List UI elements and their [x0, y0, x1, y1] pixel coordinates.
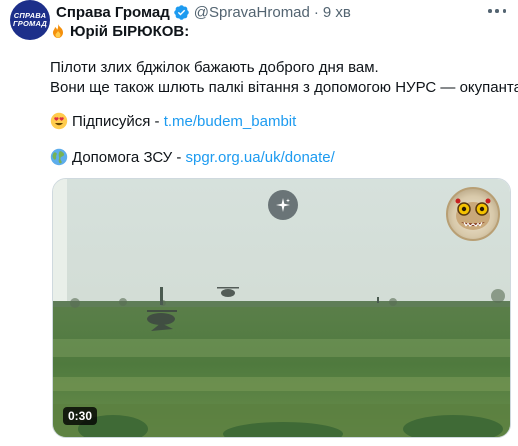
author-handle[interactable]: @SpravaHromad	[194, 4, 310, 21]
author-name[interactable]: Справа Громад	[56, 4, 170, 21]
avatar-text-line2: ГРОМАД	[13, 19, 47, 28]
tweet-body-line2: Вони ще також шлють палкі вітання з допо…	[50, 79, 518, 96]
more-options-icon[interactable]	[488, 4, 506, 18]
fire-emoji-icon	[53, 24, 63, 38]
heart-eyes-emoji-icon	[50, 112, 68, 130]
donate-link[interactable]: spgr.org.ua/uk/donate/	[186, 149, 335, 166]
separator-dot: ·	[313, 3, 319, 21]
tweet-time[interactable]: 9 хв	[323, 4, 351, 21]
donate-line: Допомога ЗСУ - spgr.org.ua/uk/donate/	[50, 148, 335, 168]
subscribe-text: Підписуйся -	[72, 113, 160, 130]
verified-check-icon	[173, 4, 190, 21]
tweet-header: Справа Громад @SpravaHromad · 9 хв	[56, 2, 488, 22]
tweet-headline: Юрій БІРЮКОВ:	[70, 23, 190, 40]
channel-logo-badge	[446, 187, 500, 241]
video-duration: 0:30	[63, 407, 98, 425]
subscribe-line: Підписуйся - t.me/budem_bambit	[50, 112, 296, 132]
subscribe-link[interactable]: t.me/budem_bambit	[164, 113, 297, 130]
sparkle-icon[interactable]	[268, 190, 298, 220]
donate-text: Допомога ЗСУ -	[72, 149, 182, 166]
avatar[interactable]: СПРАВА ГРОМАД	[10, 0, 50, 40]
tweet-headline-line: Юрій БІРЮКОВ:	[50, 22, 189, 42]
tweet-body-line1: Пілоти злих бджілок бажають доброго дня …	[50, 59, 379, 76]
globe-emoji-icon	[50, 148, 68, 166]
video-player[interactable]: 0:30	[52, 178, 511, 438]
